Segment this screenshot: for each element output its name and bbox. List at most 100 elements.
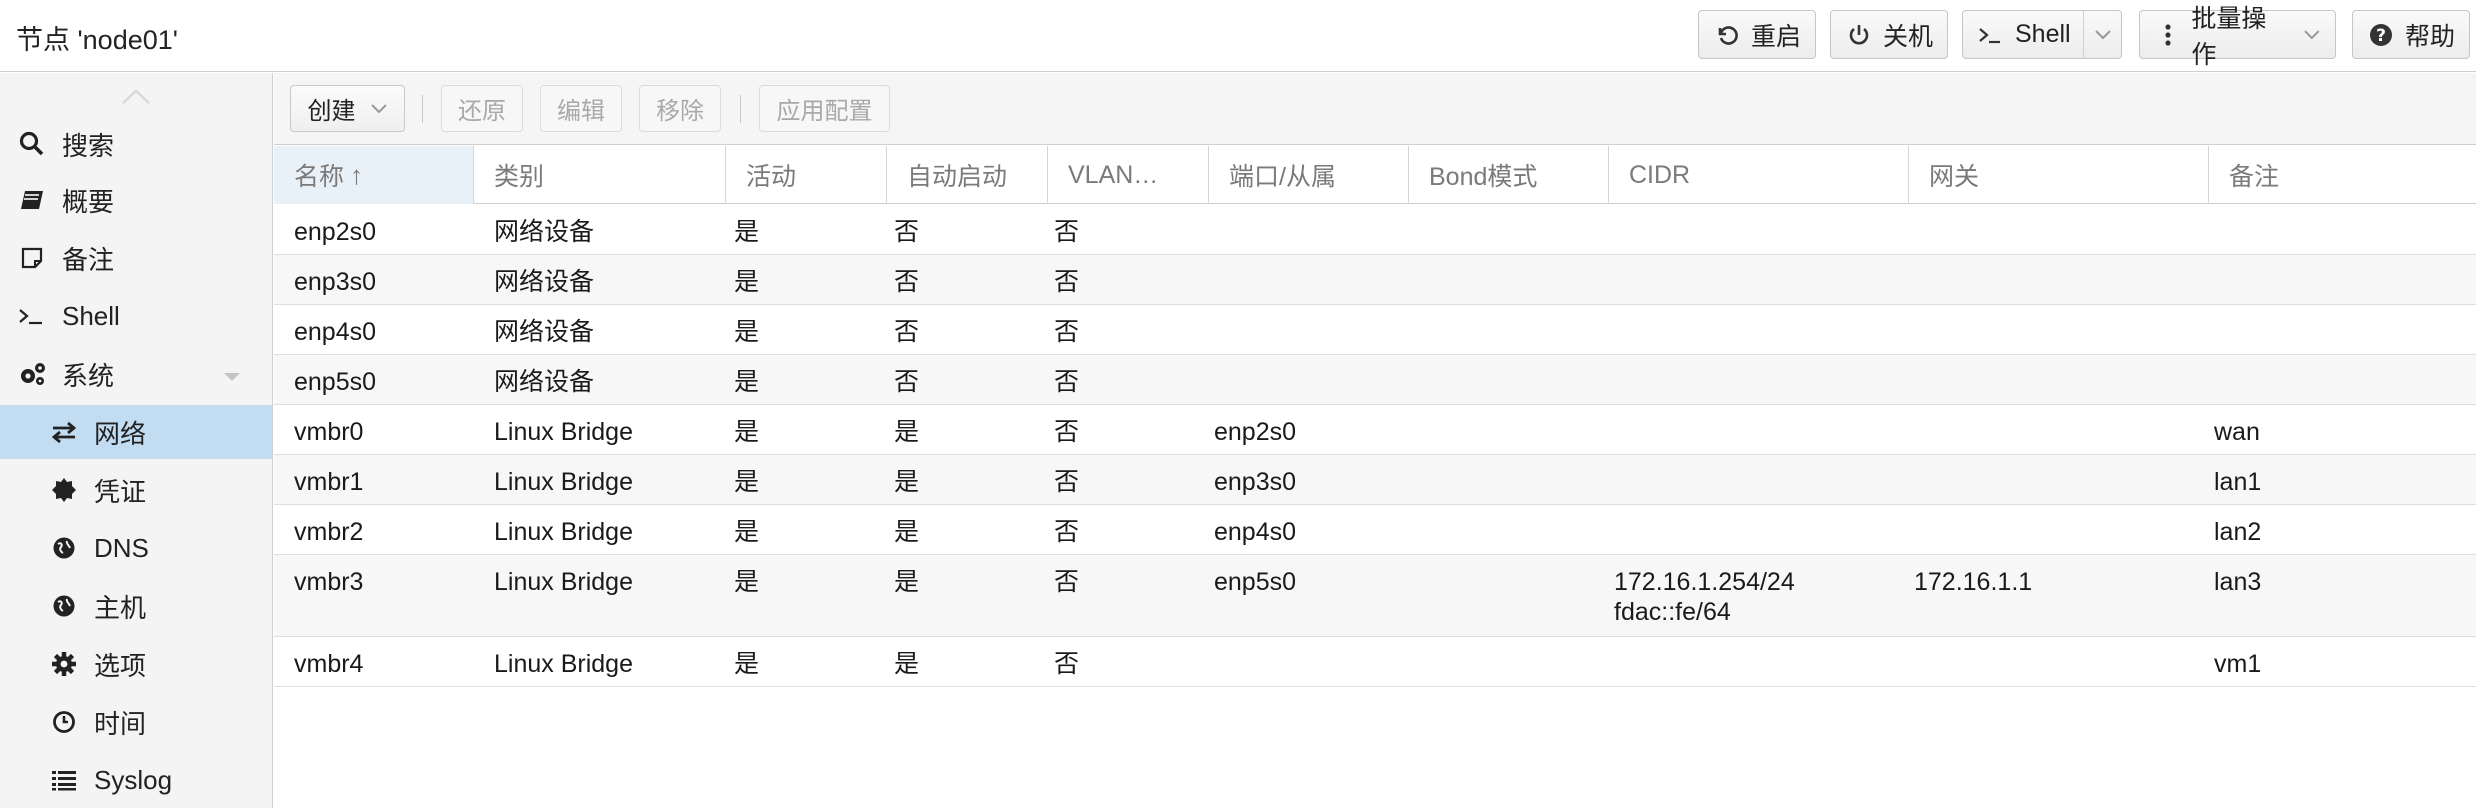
edit-button[interactable]: 编辑 — [540, 85, 622, 132]
cell-name: vmbr1 — [294, 468, 364, 496]
cell-name: vmbr4 — [294, 650, 364, 678]
sidebar-item-network[interactable]: 网络 — [0, 405, 272, 459]
table-row[interactable]: enp4s0 网络设备 是 否 否 — [274, 305, 2476, 355]
column-header-cidr[interactable]: CIDR — [1609, 146, 1909, 204]
column-header-bond-mode[interactable]: Bond模式 — [1409, 146, 1609, 204]
cell-ports: enp2s0 — [1214, 418, 1297, 446]
cell-active: 是 — [734, 568, 760, 596]
table-row[interactable]: vmbr0 Linux Bridge 是 是 否 enp2s0 wan — [274, 405, 2476, 455]
list-icon — [48, 764, 80, 796]
cell-active: 是 — [734, 268, 760, 296]
shutdown-button[interactable]: 关机 — [1830, 10, 1948, 59]
column-header-vlan-aware[interactable]: VLAN… — [1048, 146, 1209, 204]
sidebar: 搜索 概要 备注 Shell 系统 网络 凭证 DNS 主机 选项 时间 Sys… — [0, 73, 273, 808]
create-button[interactable]: 创建 — [290, 85, 405, 132]
sidebar-item-hosts[interactable]: 主机 — [0, 579, 272, 633]
column-header-active[interactable]: 活动 — [726, 146, 887, 204]
cell-type: 网络设备 — [494, 268, 595, 296]
sidebar-item-certificates[interactable]: 凭证 — [0, 463, 272, 517]
help-button[interactable]: ? 帮助 — [2352, 10, 2470, 59]
shell-button[interactable]: Shell — [1962, 10, 2122, 59]
toolbar: 创建 还原 编辑 移除 应用配置 — [274, 73, 2476, 145]
question-circle-icon: ? — [2367, 21, 2395, 49]
cell-active: 是 — [734, 468, 760, 496]
cell-autostart: 是 — [894, 518, 920, 546]
cell-name: vmbr0 — [294, 418, 364, 446]
sidebar-item-notes[interactable]: 备注 — [0, 231, 272, 285]
remove-button[interactable]: 移除 — [639, 85, 721, 132]
scroll-up-arrow[interactable] — [120, 87, 152, 112]
sidebar-item-syslog[interactable]: Syslog — [0, 753, 272, 807]
svg-text:?: ? — [2376, 26, 2386, 46]
certificate-icon — [48, 474, 80, 506]
cell-active: 是 — [734, 368, 760, 396]
chevron-down-icon — [2094, 29, 2111, 39]
table-row[interactable]: enp2s0 网络设备 是 否 否 — [274, 205, 2476, 255]
cell-vlan: 否 — [1054, 650, 1080, 678]
sidebar-item-system[interactable]: 系统 — [0, 347, 272, 401]
sidebar-item-summary[interactable]: 概要 — [0, 173, 272, 227]
column-header-gateway[interactable]: 网关 — [1909, 146, 2209, 204]
cell-name: enp4s0 — [294, 318, 377, 346]
cell-vlan: 否 — [1054, 368, 1080, 396]
cell-autostart: 否 — [894, 318, 920, 346]
table-row[interactable]: vmbr1 Linux Bridge 是 是 否 enp3s0 lan1 — [274, 455, 2476, 505]
table-row[interactable]: vmbr3 Linux Bridge 是 是 否 enp5s0 172.16.1.254/2… — [274, 555, 2476, 637]
revert-button[interactable]: 还原 — [441, 85, 523, 132]
sidebar-item-options[interactable]: 选项 — [0, 637, 272, 691]
cell-ports: enp5s0 — [1214, 568, 1297, 596]
cell-autostart: 是 — [894, 468, 920, 496]
cell-vlan: 否 — [1054, 518, 1080, 546]
cell-type: 网络设备 — [494, 368, 595, 396]
sidebar-item-shell[interactable]: Shell — [0, 289, 272, 343]
sidebar-item-dns[interactable]: DNS — [0, 521, 272, 575]
cell-type: Linux Bridge — [494, 518, 633, 546]
shell-menu-arrow[interactable] — [2082, 11, 2112, 58]
toolbar-separator — [422, 95, 423, 123]
cell-comment: vm1 — [2214, 650, 2262, 678]
chevron-up-icon — [122, 89, 150, 104]
cell-autostart: 否 — [894, 218, 920, 246]
apply-configuration-button[interactable]: 应用配置 — [759, 85, 890, 132]
table-row[interactable]: enp5s0 网络设备 是 否 否 — [274, 355, 2476, 405]
globe-icon — [48, 532, 80, 564]
cell-name: enp2s0 — [294, 218, 377, 246]
column-header-type[interactable]: 类别 — [474, 146, 726, 204]
collapse-arrow[interactable] — [222, 359, 242, 390]
cell-name: vmbr3 — [294, 568, 364, 596]
reboot-button[interactable]: 重启 — [1698, 10, 1816, 59]
sidebar-item-search[interactable]: 搜索 — [0, 117, 272, 171]
column-header-name[interactable]: 名称 ↑ — [274, 146, 474, 204]
cell-active: 是 — [734, 218, 760, 246]
gear-icon — [48, 648, 80, 680]
cell-type: Linux Bridge — [494, 568, 633, 596]
table-row[interactable]: vmbr4 Linux Bridge 是 是 否 vm1 — [274, 637, 2476, 687]
column-header-autostart[interactable]: 自动启动 — [887, 146, 1048, 204]
column-header-comment[interactable]: 备注 — [2209, 146, 2476, 204]
cell-type: 网络设备 — [494, 318, 595, 346]
column-header-ports-slaves[interactable]: 端口/从属 — [1209, 146, 1409, 204]
cell-type: Linux Bridge — [494, 650, 633, 678]
cell-vlan: 否 — [1054, 468, 1080, 496]
power-icon — [1845, 21, 1873, 49]
bulk-actions-button[interactable]: 批量操作 — [2139, 5, 2336, 69]
table-row[interactable]: enp3s0 网络设备 是 否 否 — [274, 255, 2476, 305]
cell-vlan: 否 — [1054, 568, 1080, 596]
toolbar-separator — [740, 95, 741, 123]
caret-down-icon — [224, 372, 240, 381]
cell-name: enp5s0 — [294, 368, 377, 396]
cell-vlan: 否 — [1054, 418, 1080, 446]
cell-vlan: 否 — [1054, 218, 1080, 246]
cell-vlan: 否 — [1054, 318, 1080, 346]
terminal-icon — [1977, 21, 2005, 49]
ellipsis-vertical-icon — [2154, 21, 2181, 49]
cell-name: enp3s0 — [294, 268, 377, 296]
cell-gateway: 172.16.1.1 — [1914, 568, 2033, 596]
search-icon — [16, 128, 48, 160]
page-title: 节点 'node01' — [16, 25, 178, 55]
cell-cidr6: fdac::fe/64 — [1614, 598, 1731, 626]
sidebar-item-time[interactable]: 时间 — [0, 695, 272, 749]
table-row[interactable]: vmbr2 Linux Bridge 是 是 否 enp4s0 lan2 — [274, 505, 2476, 555]
cell-autostart: 是 — [894, 568, 920, 596]
cell-active: 是 — [734, 318, 760, 346]
